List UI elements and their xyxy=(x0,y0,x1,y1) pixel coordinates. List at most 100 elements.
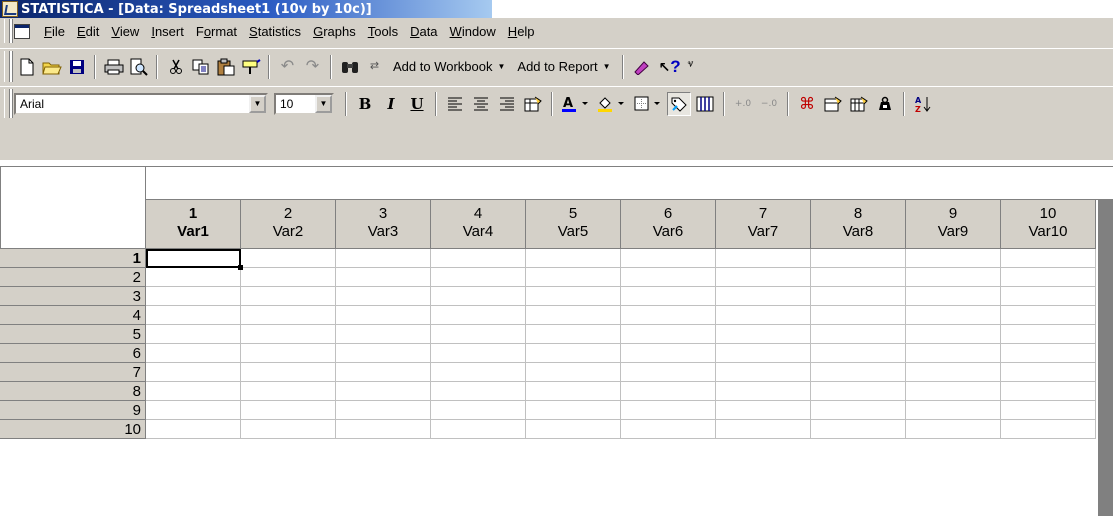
column-header[interactable]: 1 Var1 xyxy=(146,200,241,249)
fill-color-icon[interactable] xyxy=(595,92,629,116)
format-cells-icon[interactable] xyxy=(521,92,545,116)
table-cell[interactable] xyxy=(811,363,906,382)
table-cell[interactable] xyxy=(146,306,241,325)
table-cell[interactable] xyxy=(906,420,1001,439)
add-to-workbook-button[interactable]: Add to Workbook ▼ xyxy=(387,59,511,74)
all-variable-specs-icon[interactable] xyxy=(847,92,871,116)
toolbar-grip[interactable] xyxy=(4,50,10,83)
row-header[interactable]: 4 xyxy=(0,306,146,325)
table-cell[interactable] xyxy=(811,420,906,439)
table-cell[interactable] xyxy=(906,363,1001,382)
row-header[interactable]: 9 xyxy=(0,401,146,420)
table-cell[interactable] xyxy=(431,401,526,420)
table-cell[interactable] xyxy=(241,306,336,325)
autotask-icon[interactable] xyxy=(630,55,653,78)
table-cell[interactable] xyxy=(811,401,906,420)
table-cell[interactable] xyxy=(811,287,906,306)
table-cell[interactable] xyxy=(716,420,811,439)
column-header[interactable]: 4 Var4 xyxy=(431,200,526,249)
open-folder-icon[interactable] xyxy=(40,55,63,78)
table-cell[interactable] xyxy=(146,401,241,420)
sheet-corner[interactable] xyxy=(0,166,146,249)
table-cell[interactable] xyxy=(336,287,431,306)
row-header[interactable]: 6 xyxy=(0,344,146,363)
column-header[interactable]: 3 Var3 xyxy=(336,200,431,249)
column-header[interactable]: 9 Var9 xyxy=(906,200,1001,249)
row-header[interactable]: 10 xyxy=(0,420,146,439)
chevron-down-icon[interactable]: ▼ xyxy=(315,94,332,113)
table-cell[interactable] xyxy=(1001,268,1096,287)
table-cell[interactable] xyxy=(811,249,906,268)
cut-icon[interactable] xyxy=(164,55,187,78)
table-cell[interactable] xyxy=(1001,420,1096,439)
column-header[interactable]: 7 Var7 xyxy=(716,200,811,249)
table-cell[interactable] xyxy=(241,382,336,401)
menu-statistics[interactable]: Statistics xyxy=(243,24,307,39)
variable-specs-icon[interactable] xyxy=(821,92,845,116)
align-left-icon[interactable] xyxy=(443,92,467,116)
table-cell[interactable] xyxy=(906,325,1001,344)
statistica-app-icon[interactable] xyxy=(2,1,18,17)
table-cell[interactable] xyxy=(716,363,811,382)
table-cell[interactable] xyxy=(241,325,336,344)
font-name-combo[interactable]: Arial ▼ xyxy=(14,92,268,115)
align-center-icon[interactable] xyxy=(469,92,493,116)
menubar-grip[interactable] xyxy=(4,19,10,43)
toolbar-overflow-icon[interactable]: ⱌ xyxy=(688,60,694,73)
row-header[interactable]: 3 xyxy=(0,287,146,306)
table-cell[interactable] xyxy=(336,344,431,363)
vertical-scrollbar[interactable] xyxy=(1098,200,1113,516)
column-header[interactable]: 5 Var5 xyxy=(526,200,621,249)
sort-ascending-icon[interactable]: AZ xyxy=(911,92,935,116)
marking-tag-icon[interactable] xyxy=(667,91,691,116)
table-cell[interactable] xyxy=(526,249,621,268)
column-header[interactable]: 10 Var10 xyxy=(1001,200,1096,249)
table-cell[interactable] xyxy=(621,420,716,439)
add-to-report-button[interactable]: Add to Report ▼ xyxy=(511,59,616,74)
font-size-combo[interactable]: 10 ▼ xyxy=(274,92,334,115)
print-icon[interactable] xyxy=(102,55,125,78)
table-cell[interactable] xyxy=(811,325,906,344)
table-cell[interactable] xyxy=(716,325,811,344)
table-cell[interactable] xyxy=(431,249,526,268)
table-cell[interactable] xyxy=(526,287,621,306)
table-cell[interactable] xyxy=(906,382,1001,401)
decrease-decimal-icon[interactable]: −.0 xyxy=(757,92,781,116)
table-cell[interactable] xyxy=(431,382,526,401)
table-cell[interactable] xyxy=(146,363,241,382)
copy-icon[interactable] xyxy=(189,55,212,78)
table-cell[interactable] xyxy=(146,382,241,401)
table-cell[interactable] xyxy=(716,268,811,287)
table-cell[interactable] xyxy=(431,363,526,382)
chevron-down-icon[interactable]: ▼ xyxy=(249,94,266,113)
table-cell[interactable] xyxy=(621,287,716,306)
table-cell[interactable] xyxy=(1001,344,1096,363)
table-cell[interactable] xyxy=(621,268,716,287)
table-cell[interactable] xyxy=(1001,306,1096,325)
table-cell[interactable] xyxy=(716,287,811,306)
table-cell[interactable] xyxy=(241,363,336,382)
align-right-icon[interactable] xyxy=(495,92,519,116)
format-painter-icon[interactable] xyxy=(239,55,262,78)
table-cell[interactable] xyxy=(811,344,906,363)
table-cell[interactable] xyxy=(526,363,621,382)
menu-tools[interactable]: Tools xyxy=(362,24,404,39)
table-cell[interactable] xyxy=(716,249,811,268)
table-cell[interactable] xyxy=(431,287,526,306)
whats-this-help-icon[interactable]: ↖? xyxy=(655,55,685,78)
table-cell[interactable] xyxy=(621,401,716,420)
table-cell[interactable] xyxy=(431,344,526,363)
replace-icon[interactable]: ⇄ xyxy=(363,55,386,78)
underline-button[interactable]: U xyxy=(405,92,429,116)
table-cell[interactable] xyxy=(336,382,431,401)
table-cell[interactable] xyxy=(621,325,716,344)
table-cell[interactable] xyxy=(241,344,336,363)
table-cell[interactable] xyxy=(336,401,431,420)
save-icon[interactable] xyxy=(65,55,88,78)
menu-data[interactable]: Data xyxy=(404,24,443,39)
row-header[interactable]: 8 xyxy=(0,382,146,401)
table-cell[interactable] xyxy=(146,344,241,363)
bold-button[interactable]: B xyxy=(353,92,377,116)
table-cell[interactable] xyxy=(526,420,621,439)
undo-icon[interactable]: ↶ xyxy=(276,55,299,78)
